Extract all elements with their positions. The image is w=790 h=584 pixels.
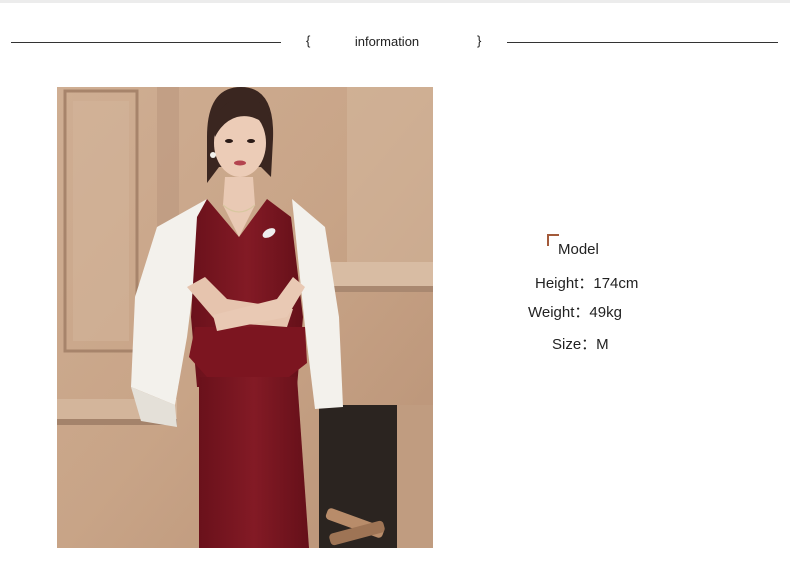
model-label: Model [558,241,599,258]
close-brace: } [477,33,482,48]
model-info: Model Height：174cm Weight：49kg Size：M [520,232,660,362]
model-weight: Weight：49kg [528,304,622,321]
model-photo-illustration [57,87,433,548]
divider-left [11,42,281,43]
section-title: information [354,34,420,49]
model-photo [57,87,433,548]
model-height: Height：174cm [535,275,639,292]
top-border [0,0,790,3]
model-size: Size：M [552,336,609,353]
divider-right [507,42,778,43]
open-brace: { [306,33,311,48]
